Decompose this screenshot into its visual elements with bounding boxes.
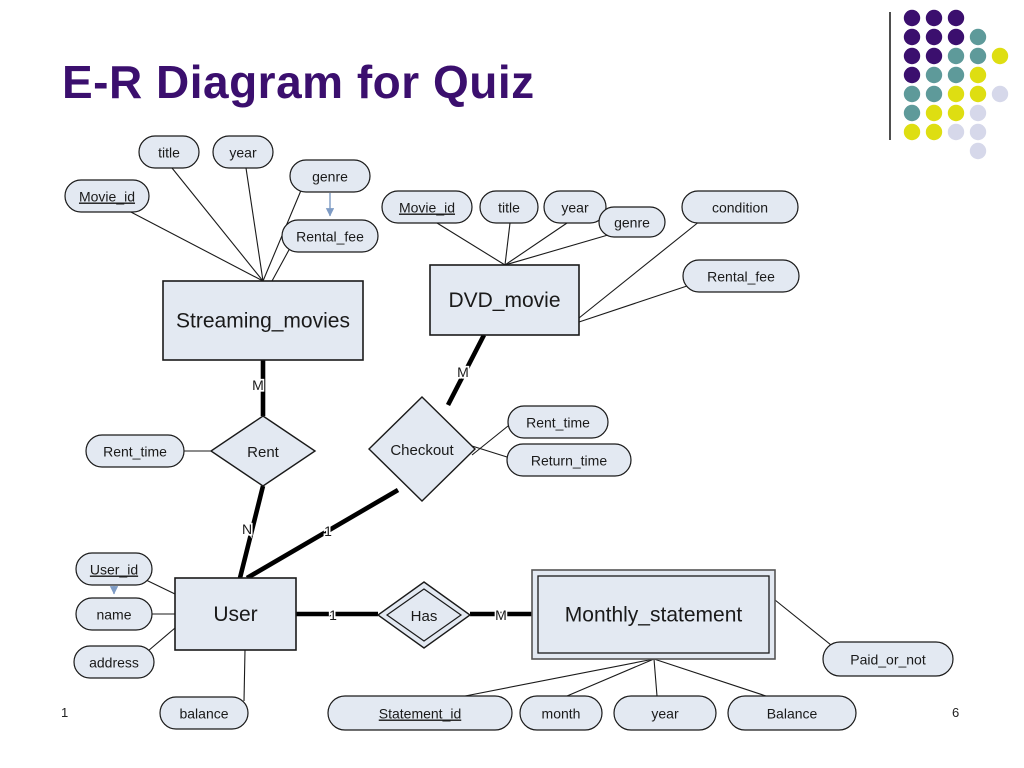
cardinality-card_co_user: 1 [324,523,332,539]
connector-line [243,649,246,702]
attribute-label: Rent_time [526,415,590,431]
connector-line [471,425,509,456]
attribute-label: genre [312,169,348,185]
cardinality-card_sm_rent: M [252,377,264,393]
er-diagram: Streaming_movies DVD_movie User Monthly_sta… [64,135,954,731]
connector-line [774,599,837,650]
connector-line [504,234,609,266]
attribute-label: address [89,655,139,671]
connector-line [145,579,176,595]
cardinality-card_user_has: 1 [329,607,337,623]
slide-canvas: E-R Diagram for Quiz 1 6 Streaming_movie… [0,0,1024,768]
relationship-label: Rent [247,444,280,461]
attribute-label: name [96,607,131,623]
connector-line [171,167,264,282]
entity-label: Monthly_statement [565,604,743,627]
connector-line [578,285,688,323]
connector-line [245,167,264,282]
connector-line [566,658,655,697]
connector-line [436,222,506,266]
attribute-label: title [158,145,180,161]
connector-line-thick [245,488,400,580]
attribute-label: Movie_id [79,189,135,205]
attribute-label: Rental_fee [296,229,364,245]
attribute-label: year [229,145,257,161]
connector-line [653,658,767,697]
connector-line [459,658,655,698]
attribute-label: Return_time [531,453,607,469]
attribute-label: Rent_time [103,444,167,460]
attribute-label: month [542,706,581,722]
er-shapes [64,135,954,731]
connector-line [653,658,658,697]
connector-line [126,209,264,282]
attribute-label: Statement_id [379,706,462,722]
attribute-label: year [651,706,679,722]
entity-label: Streaming_movies [176,310,350,333]
attribute-label: Movie_id [399,200,455,216]
attribute-label: condition [712,200,768,216]
attribute-label: genre [614,215,650,231]
relationship-label: Checkout [390,442,454,459]
attribute-label: title [498,200,520,216]
connector-line [147,627,176,652]
connector-line [504,222,568,266]
cardinality-card_has_ms: M [495,607,507,623]
attribute-label: User_id [90,562,138,578]
attribute-label: balance [179,706,228,722]
attribute-label: Balance [767,706,818,722]
connector-line [471,445,508,458]
attribute-label: year [561,200,589,216]
attribute-label: Paid_or_not [850,652,926,668]
entity-label: DVD_movie [448,289,560,312]
attribute-label: Rental_fee [707,269,775,285]
cardinality-card_rent_user: N [242,521,252,537]
cardinality-card_dvd_co: M [457,364,469,380]
connector-line [504,222,511,266]
relationship-label: Has [411,608,438,625]
entity-label: User [213,603,257,626]
